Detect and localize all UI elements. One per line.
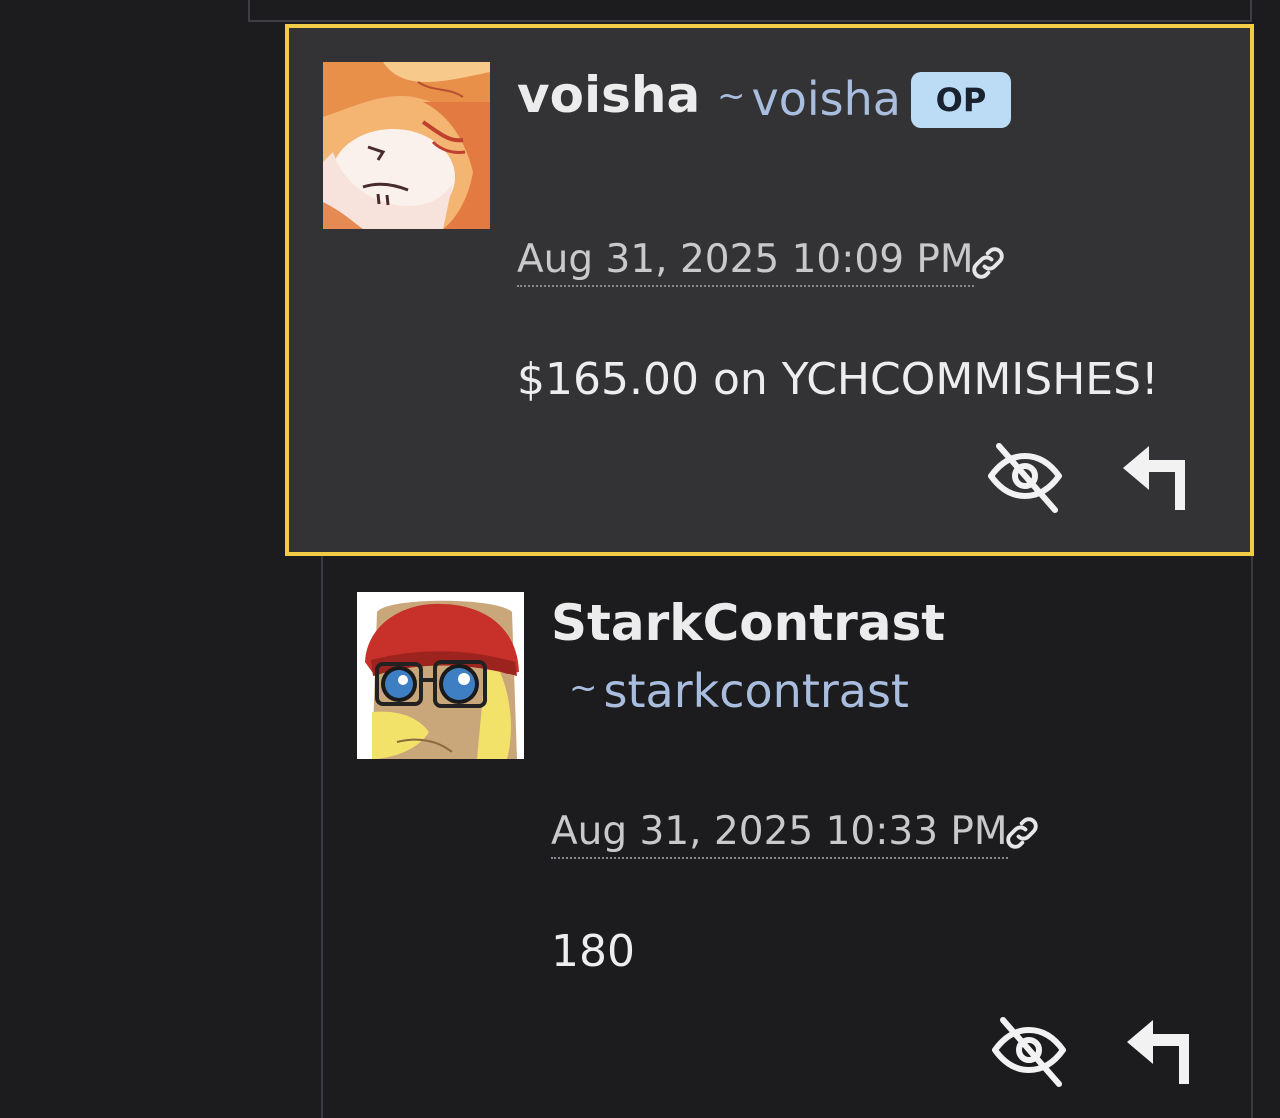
comment-handle-text: voisha (751, 72, 901, 126)
comment-highlighted: voisha ~ voisha OP Aug 31, 2025 10:09 PM … (285, 24, 1254, 556)
avatar-starkcontrast[interactable] (357, 592, 524, 759)
comment-timestamp[interactable]: Aug 31, 2025 10:33 PM (551, 808, 1008, 859)
comment-handle[interactable]: ~ voisha (717, 72, 901, 126)
parent-comment-frame (248, 0, 1252, 22)
comment-handle[interactable]: ~ starkcontrast (569, 664, 909, 718)
avatar-voisha[interactable] (323, 62, 490, 229)
link-icon[interactable] (1001, 812, 1043, 854)
comment-handle-text: starkcontrast (603, 664, 909, 718)
comment-body: 180 (551, 926, 635, 977)
handle-tilde: ~ (569, 668, 598, 708)
comment-body: $165.00 on YCHCOMMISHES! (517, 354, 1159, 405)
eye-slash-icon[interactable] (989, 1010, 1069, 1090)
comment-thread-view: voisha ~ voisha OP Aug 31, 2025 10:09 PM … (0, 0, 1280, 1118)
eye-slash-icon[interactable] (985, 436, 1065, 516)
handle-tilde: ~ (717, 76, 746, 116)
op-badge: OP (911, 72, 1011, 128)
link-icon[interactable] (967, 242, 1009, 284)
reply-arrow-icon[interactable] (1123, 1012, 1203, 1092)
comment-username[interactable]: voisha (517, 66, 700, 124)
reply-arrow-icon[interactable] (1119, 438, 1199, 518)
comment-timestamp[interactable]: Aug 31, 2025 10:09 PM (517, 236, 974, 287)
comment-username[interactable]: StarkContrast (551, 594, 945, 652)
reply-thread: StarkContrast ~ starkcontrast Aug 31, 202… (321, 556, 1253, 1118)
